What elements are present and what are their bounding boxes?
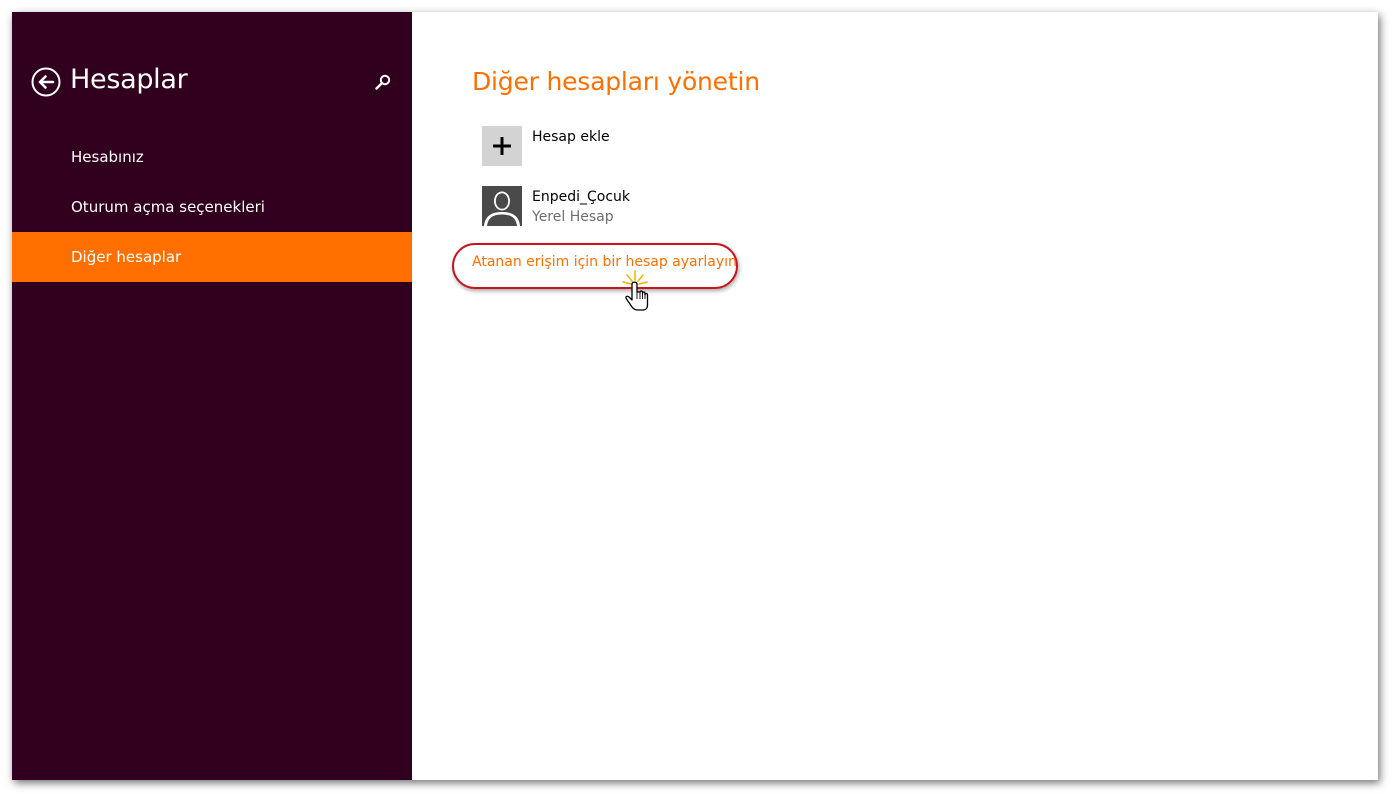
account-avatar — [482, 186, 522, 226]
settings-window: Hesaplar Hesabınız Oturum açma seçenekle… — [12, 12, 1378, 780]
add-account-button[interactable]: Hesap ekle — [482, 126, 882, 168]
sidebar-item-your-account[interactable]: Hesabınız — [12, 132, 412, 182]
add-account-label: Hesap ekle — [532, 129, 610, 145]
assigned-access-link[interactable]: Atanan erişim için bir hesap ayarlayın — [472, 254, 737, 270]
page-title: Diğer hesapları yönetin — [472, 67, 760, 96]
hand-cursor-icon — [615, 266, 665, 316]
sidebar-item-other-accounts[interactable]: Diğer hesaplar — [12, 232, 412, 282]
account-name: Enpedi_Çocuk — [532, 189, 631, 205]
sidebar-title: Hesaplar — [70, 64, 188, 95]
search-icon — [375, 74, 391, 90]
sidebar: Hesaplar Hesabınız Oturum açma seçenekle… — [12, 12, 412, 780]
sidebar-item-sign-in-options[interactable]: Oturum açma seçenekleri — [12, 182, 412, 232]
sidebar-nav: Hesabınız Oturum açma seçenekleri Diğer … — [12, 132, 412, 282]
user-silhouette-icon — [482, 186, 522, 226]
main-content: Diğer hesapları yönetin Hesap ekle Enped… — [412, 12, 1378, 780]
add-account-tile — [482, 126, 522, 166]
plus-icon — [493, 137, 511, 155]
back-arrow-circle-icon — [31, 67, 61, 97]
search-button[interactable] — [373, 72, 393, 92]
account-item-enpedi-cocuk[interactable]: Enpedi_Çocuk Yerel Hesap — [482, 186, 882, 228]
back-button[interactable] — [31, 67, 61, 97]
account-type: Yerel Hesap — [532, 209, 614, 225]
